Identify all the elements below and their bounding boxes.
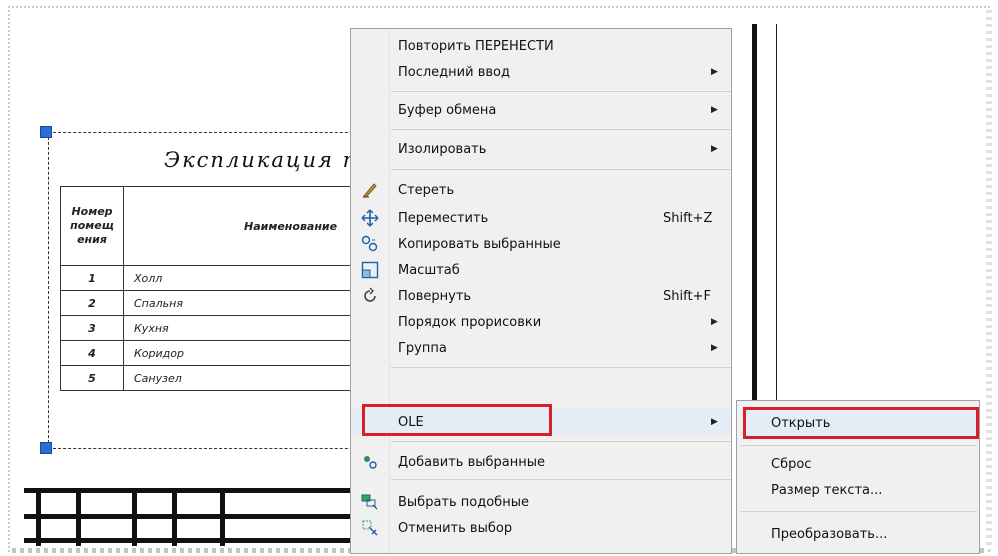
menu-item-rotate[interactable]: Повернуть Shift+F	[351, 283, 731, 309]
submenu-item-label: Размер текста...	[771, 482, 883, 498]
title-block-line	[172, 488, 177, 546]
selection-outline-bottom	[48, 448, 378, 449]
title-block-line	[132, 488, 137, 546]
menu-item-scale[interactable]: Масштаб	[351, 257, 731, 283]
submenu-arrow-icon: ▶	[711, 105, 718, 115]
menu-item-label: Копировать выбранные	[398, 236, 561, 252]
submenu-arrow-icon: ▶	[711, 343, 718, 353]
menu-item-label: Добавить выбранные	[398, 454, 545, 470]
row-number: 5	[60, 365, 124, 391]
ole-submenu[interactable]: Открыть Сброс Размер текста... Преобразо…	[736, 400, 980, 554]
menu-item-label: Буфер обмена	[398, 102, 497, 118]
deselect-icon	[361, 519, 379, 537]
menu-item-deselect[interactable]: Отменить выбор	[351, 515, 731, 541]
menu-item-last-input[interactable]: Последний ввод ▶	[351, 59, 731, 85]
selection-grip-bottom[interactable]	[40, 442, 52, 454]
menu-item-label: Масштаб	[398, 262, 460, 278]
submenu-item-label: Сброс	[771, 456, 812, 472]
title-block-line	[36, 488, 41, 546]
title-block-line	[24, 488, 364, 493]
selection-outline-top	[48, 132, 378, 133]
menu-item-label: Порядок прорисовки	[398, 314, 542, 330]
ole-highlight-box	[362, 404, 552, 436]
menu-item-repeat-move[interactable]: Повторить ПЕРЕНЕСТИ	[351, 33, 731, 59]
submenu-item-convert[interactable]: Преобразовать...	[737, 521, 979, 547]
title-block-line	[24, 514, 364, 519]
title-block-line	[220, 488, 225, 546]
menu-item-shortcut: Shift+F	[663, 288, 711, 304]
menu-item-isolate[interactable]: Изолировать ▶	[351, 136, 731, 162]
menu-separator	[391, 479, 731, 480]
add-selected-icon	[361, 453, 379, 471]
menu-item-select-similar[interactable]: Выбрать подобные	[351, 489, 731, 515]
row-number: 4	[60, 340, 124, 366]
submenu-item-reset[interactable]: Сброс	[737, 451, 979, 477]
menu-item-group[interactable]: Группа ▶	[351, 335, 731, 361]
menu-item-erase[interactable]: Стереть	[351, 177, 731, 203]
menu-separator	[391, 169, 731, 170]
table-header-number: Номер помещ ения	[60, 186, 124, 266]
menu-item-label: Отменить выбор	[398, 520, 513, 536]
row-number: 2	[60, 290, 124, 316]
submenu-arrow-icon: ▶	[711, 317, 718, 327]
explication-title: Экспликация по	[164, 148, 373, 172]
menu-separator	[741, 445, 977, 446]
menu-item-label: Выбрать подобные	[398, 494, 529, 510]
frame-shadow-right	[986, 10, 992, 550]
submenu-item-label: Открыть	[771, 415, 831, 431]
move-icon	[361, 209, 379, 227]
menu-item-clipboard[interactable]: Буфер обмена ▶	[351, 97, 731, 123]
submenu-item-open[interactable]: Открыть	[737, 410, 979, 436]
submenu-item-text-size[interactable]: Размер текста...	[737, 477, 979, 503]
select-similar-icon	[361, 493, 379, 511]
menu-separator	[391, 367, 731, 368]
context-menu[interactable]: Повторить ПЕРЕНЕСТИ Последний ввод ▶ Буф…	[350, 28, 732, 554]
menu-item-move[interactable]: Переместить Shift+Z	[351, 205, 731, 231]
menu-separator	[391, 129, 731, 130]
copy-icon	[361, 235, 379, 253]
menu-item-label: Переместить	[398, 210, 489, 226]
menu-item-copy-selected[interactable]: Копировать выбранные	[351, 231, 731, 257]
menu-item-draw-order[interactable]: Порядок прорисовки ▶	[351, 309, 731, 335]
rotate-icon	[361, 287, 379, 305]
title-block-line	[24, 538, 364, 543]
menu-item-label: Повернуть	[398, 288, 472, 304]
title-block-line	[76, 488, 81, 546]
submenu-arrow-icon: ▶	[711, 144, 718, 154]
menu-item-label: Группа	[398, 340, 447, 356]
eraser-icon	[361, 181, 379, 199]
scale-icon	[361, 261, 379, 279]
menu-item-label: Последний ввод	[398, 64, 510, 80]
submenu-arrow-icon: ▶	[711, 417, 718, 427]
selection-outline-left	[48, 132, 49, 448]
selection-grip-top[interactable]	[40, 126, 52, 138]
submenu-arrow-icon: ▶	[711, 67, 718, 77]
menu-item-label: Изолировать	[398, 141, 487, 157]
row-number: 1	[60, 265, 124, 291]
menu-separator	[741, 511, 977, 512]
menu-item-label: Повторить ПЕРЕНЕСТИ	[398, 38, 554, 54]
menu-separator	[391, 441, 731, 442]
drawing-frame-line	[752, 24, 757, 444]
menu-item-add-selected[interactable]: Добавить выбранные	[351, 449, 731, 475]
submenu-item-label: Преобразовать...	[771, 526, 888, 542]
row-number: 3	[60, 315, 124, 341]
menu-item-shortcut: Shift+Z	[663, 210, 713, 226]
menu-item-label: Стереть	[398, 182, 455, 198]
menu-separator	[391, 91, 731, 92]
